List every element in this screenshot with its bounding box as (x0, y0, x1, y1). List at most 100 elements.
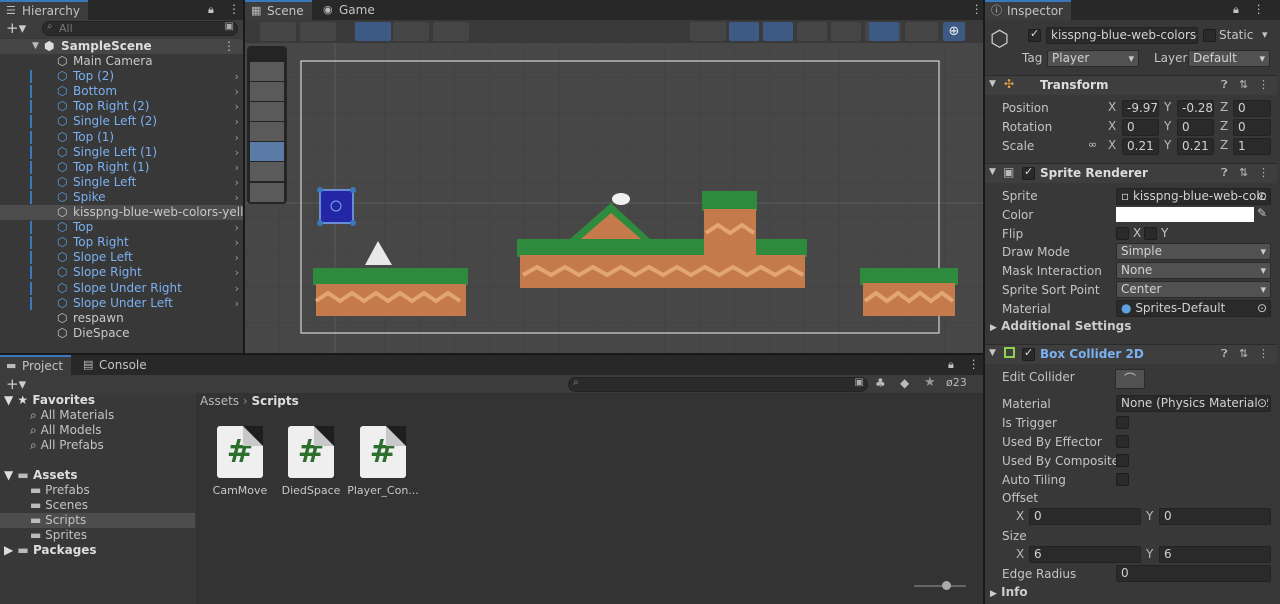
eyedropper-icon[interactable]: ✎ (1257, 206, 1267, 220)
help-icon[interactable]: ❓︎ (1221, 166, 1228, 180)
selected-player-sprite[interactable] (317, 187, 356, 226)
used-by-effector-checkbox[interactable] (1116, 435, 1129, 448)
chevron-right-icon[interactable]: › (235, 281, 239, 296)
hierarchy-item[interactable]: ⬡ Slope Right › (0, 265, 243, 280)
chevron-right-icon[interactable]: › (235, 84, 239, 99)
folder-scripts[interactable]: ▬ Scripts (30, 513, 86, 528)
box-collider-header[interactable]: ▼ Box Collider 2D ❓︎ ⇅ ⋮ (985, 344, 1277, 364)
toolbar-button[interactable] (393, 22, 429, 41)
hierarchy-item[interactable]: ⬡ DieSpace (0, 326, 243, 341)
hierarchy-item[interactable]: ⬡ Top (1) › (0, 130, 243, 145)
hierarchy-item[interactable]: ⬡ Slope Under Right › (0, 281, 243, 296)
chevron-right-icon[interactable]: › (235, 235, 239, 250)
help-icon[interactable]: ❓︎ (1221, 78, 1228, 92)
hierarchy-item[interactable]: ⬡ Slope Under Left › (0, 296, 243, 311)
scene-root-row[interactable]: ▼ ⬢ SampleScene ⋮ (0, 39, 243, 54)
object-picker-icon[interactable]: ⊙ (1257, 301, 1267, 316)
toolbar-button[interactable] (433, 22, 469, 41)
fav-item-prefabs[interactable]: ⌕ All Prefabs (30, 438, 104, 453)
folder-prefabs[interactable]: ▬ Prefabs (30, 483, 90, 498)
fav-item-materials[interactable]: ⌕ All Materials (30, 408, 114, 423)
chevron-right-icon[interactable]: › (235, 99, 239, 114)
filter-type-icon[interactable]: ♣ (875, 376, 886, 390)
toolbar-button[interactable] (763, 22, 793, 41)
chevron-right-icon[interactable]: › (235, 145, 239, 160)
chevron-right-icon[interactable]: › (235, 130, 239, 145)
preset-icon[interactable]: ⇅ (1239, 166, 1248, 179)
hierarchy-item[interactable]: ⬡ Top › (0, 220, 243, 235)
hierarchy-item[interactable]: ⬡ kisspng-blue-web-colors-yellow (0, 205, 243, 220)
toolbar-button[interactable] (797, 22, 827, 41)
chevron-right-icon[interactable]: › (235, 160, 239, 175)
rotation-x-field[interactable]: 0 (1122, 119, 1159, 136)
sprite-field[interactable]: ▫ kisspng-blue-web-colc ⊙ (1116, 188, 1271, 205)
custom-tool-button[interactable] (250, 183, 284, 202)
color-swatch[interactable] (1116, 207, 1254, 222)
scene-menu-icon[interactable]: ⋮ (971, 2, 983, 16)
chevron-right-icon[interactable]: › (235, 114, 239, 129)
add-icon[interactable]: +▾ (6, 19, 26, 37)
toolbar-button[interactable] (729, 22, 759, 41)
tab-console[interactable]: ▤ Console (77, 355, 155, 375)
rotate-tool-button[interactable] (250, 102, 284, 121)
size-y-field[interactable]: 6 (1159, 546, 1271, 563)
auto-tiling-checkbox[interactable] (1116, 473, 1129, 486)
lock-icon[interactable]: 🔒︎ (208, 3, 214, 17)
hierarchy-item[interactable]: ⬡ respawn (0, 311, 243, 326)
menu-icon[interactable]: ⋮ (1253, 2, 1265, 16)
edit-collider-button[interactable]: ⌒ (1115, 369, 1145, 389)
component-menu-icon[interactable]: ⋮ (1258, 347, 1269, 360)
view-tool-button[interactable] (250, 62, 284, 81)
chevron-right-icon[interactable]: › (235, 220, 239, 235)
tab-inspector[interactable]: ⓘ Inspector (985, 0, 1071, 20)
gizmo-toggle-button[interactable]: ⊕ (943, 22, 965, 41)
scale-y-field[interactable]: 0.21 (1177, 138, 1214, 155)
hierarchy-item[interactable]: ⬡ Bottom › (0, 84, 243, 99)
search-options-icon[interactable]: ▣ (225, 21, 234, 32)
chevron-right-icon[interactable]: › (235, 69, 239, 84)
hierarchy-item[interactable]: ⬡ Top (2) › (0, 69, 243, 84)
draw-mode-dropdown[interactable]: Simple (1116, 243, 1271, 260)
fav-item-models[interactable]: ⌕ All Models (30, 423, 102, 438)
size-x-field[interactable]: 6 (1029, 546, 1141, 563)
menu-icon[interactable]: ⋮ (228, 2, 240, 16)
tab-project[interactable]: ▬ Project (0, 355, 72, 375)
chevron-right-icon[interactable]: › (235, 190, 239, 205)
toolbar-button[interactable] (355, 22, 391, 41)
position-x-field[interactable]: -9.97 (1122, 100, 1159, 117)
toolbar-button[interactable] (260, 22, 296, 41)
edge-radius-field[interactable]: 0 (1116, 565, 1271, 582)
chevron-right-icon[interactable]: › (235, 296, 239, 311)
offset-x-field[interactable]: 0 (1029, 508, 1141, 525)
component-menu-icon[interactable]: ⋮ (1258, 78, 1269, 91)
icon-size-slider[interactable] (914, 581, 966, 590)
hierarchy-item[interactable]: ⬡ Single Left › (0, 175, 243, 190)
menu-icon[interactable]: ⋮ (968, 357, 980, 371)
hierarchy-item[interactable]: ⬡ Main Camera (0, 54, 243, 69)
lock-icon[interactable]: 🔒︎ (1233, 3, 1239, 17)
rotation-y-field[interactable]: 0 (1177, 119, 1214, 136)
mask-interaction-dropdown[interactable]: None (1116, 262, 1271, 279)
transform-tool-button[interactable] (250, 162, 284, 181)
scale-x-field[interactable]: 0.21 (1122, 138, 1159, 155)
script-file-icon[interactable]: # (360, 426, 406, 478)
filter-label-icon[interactable]: ◆ (900, 376, 909, 390)
box-collider-enabled-checkbox[interactable] (1022, 346, 1035, 361)
hierarchy-item[interactable]: ⬡ Spike › (0, 190, 243, 205)
slider-handle[interactable] (942, 581, 951, 590)
favorite-star-icon[interactable]: ★ (924, 375, 936, 390)
assets-header[interactable]: ▼ ▬ Assets (4, 468, 78, 483)
chevron-right-icon[interactable]: › (235, 265, 239, 280)
toolbar-button[interactable] (690, 22, 726, 41)
component-menu-icon[interactable]: ⋮ (1258, 166, 1269, 179)
search-options-icon[interactable]: ▣ (855, 377, 864, 388)
hierarchy-item[interactable]: ⬡ Top Right › (0, 235, 243, 250)
add-icon[interactable]: +▾ (6, 375, 26, 393)
used-by-composite-checkbox[interactable] (1116, 454, 1129, 467)
folder-sprites[interactable]: ▬ Sprites (30, 528, 87, 543)
position-y-field[interactable]: -0.28 (1177, 100, 1214, 117)
sort-point-dropdown[interactable]: Center (1116, 281, 1271, 298)
script-file-icon[interactable]: # (288, 426, 334, 478)
hierarchy-item[interactable]: ⬡ Single Left (2) › (0, 114, 243, 129)
object-name-field[interactable]: kisspng-blue-web-colors- (1046, 27, 1198, 44)
